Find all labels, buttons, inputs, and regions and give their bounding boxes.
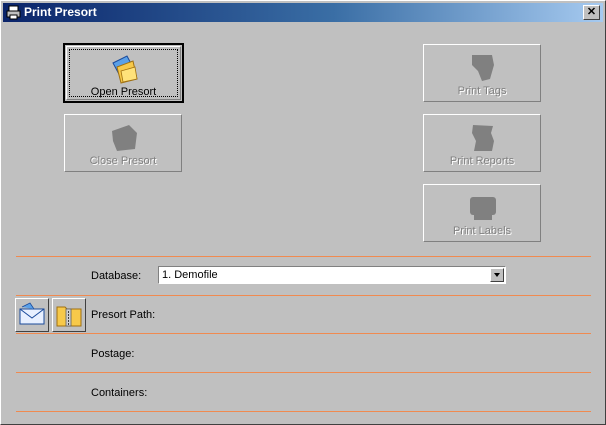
title-bar[interactable]: Print Presort ✕	[3, 3, 603, 22]
close-presort-button[interactable]: Close Presort	[64, 114, 182, 172]
envelope-icon	[19, 302, 45, 325]
window-title: Print Presort	[24, 5, 97, 19]
close-folder-icon	[112, 125, 137, 151]
open-presort-button[interactable]: Open Presort	[63, 43, 184, 103]
open-presort-label: Open Presort	[90, 86, 157, 98]
database-select[interactable]: 1. Demofile	[158, 266, 506, 284]
close-icon: ✕	[586, 6, 597, 18]
database-value: 1. Demofile	[162, 269, 218, 281]
print-tags-button[interactable]: Print Tags	[423, 44, 541, 102]
email-presort-button[interactable]	[15, 298, 49, 332]
print-reports-button[interactable]: Print Reports	[423, 114, 541, 172]
dropdown-arrow-button[interactable]	[490, 268, 504, 282]
separator	[16, 372, 591, 373]
printer-icon	[6, 5, 21, 20]
presort-path-label: Presort Path:	[91, 309, 156, 321]
browse-folder-button[interactable]	[52, 298, 86, 332]
postage-label: Postage:	[91, 348, 135, 360]
print-labels-button[interactable]: Print Labels	[423, 184, 541, 242]
chevron-down-icon	[494, 273, 500, 277]
separator	[16, 295, 591, 296]
tag-icon	[472, 55, 494, 81]
report-icon	[472, 125, 494, 151]
close-presort-label: Close Presort	[89, 155, 157, 167]
zip-folder-icon	[56, 306, 82, 327]
separator	[16, 256, 591, 257]
separator	[16, 333, 591, 334]
print-labels-label: Print Labels	[452, 225, 512, 237]
print-tags-label: Print Tags	[457, 85, 507, 97]
containers-label: Containers:	[91, 387, 148, 399]
separator	[16, 411, 591, 412]
print-reports-label: Print Reports	[449, 155, 515, 167]
label-icon	[470, 197, 496, 220]
database-label: Database:	[91, 270, 142, 282]
print-presort-window: Print Presort ✕ Open Presort Close Preso…	[0, 0, 606, 425]
open-folder-icon	[112, 55, 138, 84]
close-window-button[interactable]: ✕	[583, 5, 600, 20]
